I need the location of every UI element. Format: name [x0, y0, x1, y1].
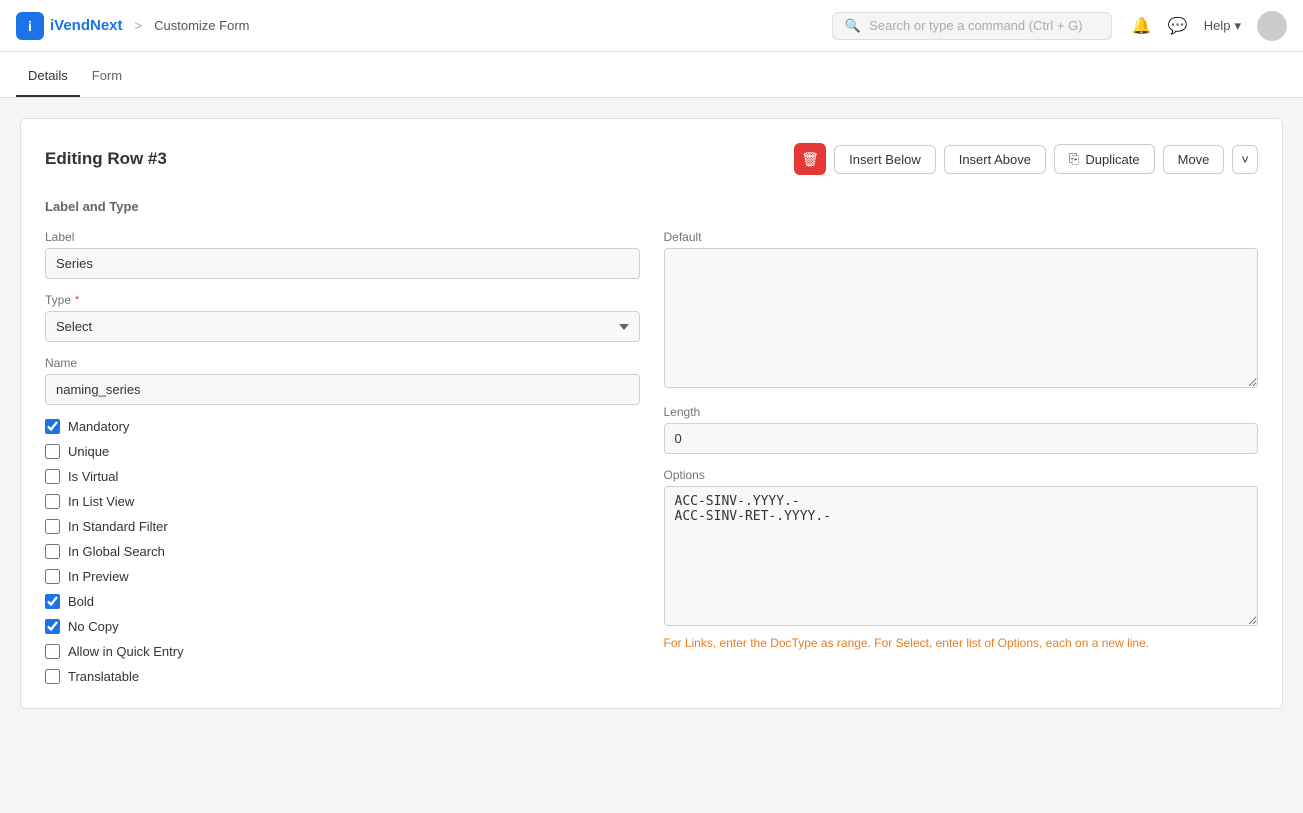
allow-in-quick-entry-checkbox[interactable]: [45, 644, 60, 659]
help-menu[interactable]: Help ▾: [1204, 18, 1241, 34]
options-field-group: Options ACC-SINV-.YYYY.- ACC-SINV-RET-.Y…: [664, 468, 1259, 652]
unique-label[interactable]: Unique: [68, 444, 109, 459]
search-icon: 🔍: [845, 18, 861, 34]
in-preview-checkbox[interactable]: [45, 569, 60, 584]
breadcrumb-separator: >: [135, 18, 143, 33]
checkbox-in-global-search: In Global Search: [45, 544, 640, 559]
default-field-group: Default: [664, 230, 1259, 391]
checkbox-group: Mandatory Unique Is Virtual In List View: [45, 419, 640, 684]
breadcrumb-item[interactable]: Customize Form: [154, 18, 249, 33]
checkbox-no-copy: No Copy: [45, 619, 640, 634]
delete-button[interactable]: 🗑: [794, 143, 826, 175]
checkbox-mandatory: Mandatory: [45, 419, 640, 434]
notification-icon[interactable]: 🔔: [1132, 16, 1152, 36]
name-input[interactable]: [45, 374, 640, 405]
type-required-marker: *: [75, 294, 79, 306]
main-content: Editing Row #3 🗑 Insert Below Insert Abo…: [0, 98, 1303, 729]
in-list-view-checkbox[interactable]: [45, 494, 60, 509]
checkbox-allow-quick-entry: Allow in Quick Entry: [45, 644, 640, 659]
row-header: Editing Row #3 🗑 Insert Below Insert Abo…: [45, 143, 1258, 175]
insert-below-button[interactable]: Insert Below: [834, 145, 936, 174]
topnav: i iVendNext > Customize Form 🔍 Search or…: [0, 0, 1303, 52]
type-select[interactable]: Select Data Link Int Float Currency Date…: [45, 311, 640, 342]
move-label: Move: [1178, 152, 1210, 167]
in-preview-label[interactable]: In Preview: [68, 569, 129, 584]
no-copy-checkbox[interactable]: [45, 619, 60, 634]
app-logo[interactable]: i iVendNext: [16, 12, 123, 40]
checkbox-translatable: Translatable: [45, 669, 640, 684]
right-column: Default Length Options ACC-SINV-.: [664, 230, 1259, 684]
row-title: Editing Row #3: [45, 149, 167, 169]
type-field-label: Type *: [45, 293, 640, 307]
user-avatar[interactable]: [1257, 11, 1287, 41]
checkbox-unique: Unique: [45, 444, 640, 459]
move-button[interactable]: Move: [1163, 145, 1225, 174]
unique-checkbox[interactable]: [45, 444, 60, 459]
checkbox-in-standard-filter: In Standard Filter: [45, 519, 640, 534]
chat-icon[interactable]: 💬: [1168, 16, 1188, 36]
duplicate-icon: ⎘: [1069, 151, 1079, 167]
mandatory-checkbox[interactable]: [45, 419, 60, 434]
more-options-button[interactable]: ˅: [1232, 145, 1258, 174]
topnav-actions: 🔔 💬 Help ▾: [1132, 11, 1287, 41]
name-field-label: Name: [45, 356, 640, 370]
tab-details[interactable]: Details: [16, 52, 80, 97]
in-global-search-label[interactable]: In Global Search: [68, 544, 165, 559]
in-list-view-label[interactable]: In List View: [68, 494, 134, 509]
tab-form[interactable]: Form: [80, 52, 134, 97]
help-label: Help: [1204, 18, 1231, 33]
bold-label[interactable]: Bold: [68, 594, 94, 609]
checkbox-is-virtual: Is Virtual: [45, 469, 640, 484]
global-search[interactable]: 🔍 Search or type a command (Ctrl + G): [832, 12, 1112, 40]
in-global-search-checkbox[interactable]: [45, 544, 60, 559]
length-field-group: Length: [664, 405, 1259, 454]
section-label-and-type: Label and Type: [45, 199, 1258, 214]
left-column: Label Type * Select Data Link Int: [45, 230, 640, 684]
help-chevron-icon: ▾: [1234, 18, 1241, 34]
in-standard-filter-label[interactable]: In Standard Filter: [68, 519, 168, 534]
is-virtual-checkbox[interactable]: [45, 469, 60, 484]
checkbox-in-list-view: In List View: [45, 494, 640, 509]
length-input[interactable]: [664, 423, 1259, 454]
default-textarea[interactable]: [664, 248, 1259, 388]
translatable-checkbox[interactable]: [45, 669, 60, 684]
mandatory-label[interactable]: Mandatory: [68, 419, 129, 434]
label-field-group: Label: [45, 230, 640, 279]
in-standard-filter-checkbox[interactable]: [45, 519, 60, 534]
insert-above-button[interactable]: Insert Above: [944, 145, 1046, 174]
insert-above-label: Insert Above: [959, 152, 1031, 167]
length-field-label: Length: [664, 405, 1259, 419]
delete-icon: 🗑: [801, 151, 819, 168]
type-field-group: Type * Select Data Link Int Float Curren…: [45, 293, 640, 342]
options-textarea[interactable]: ACC-SINV-.YYYY.- ACC-SINV-RET-.YYYY.-: [664, 486, 1259, 626]
page-tabs: Details Form: [0, 52, 1303, 98]
checkbox-bold: Bold: [45, 594, 640, 609]
label-input[interactable]: [45, 248, 640, 279]
duplicate-button[interactable]: ⎘ Duplicate: [1054, 144, 1155, 174]
editing-card: Editing Row #3 🗑 Insert Below Insert Abo…: [20, 118, 1283, 709]
no-copy-label[interactable]: No Copy: [68, 619, 119, 634]
duplicate-label: Duplicate: [1085, 152, 1139, 167]
row-actions: 🗑 Insert Below Insert Above ⎘ Duplicate …: [794, 143, 1258, 175]
name-field-group: Name: [45, 356, 640, 405]
default-field-label: Default: [664, 230, 1259, 244]
is-virtual-label[interactable]: Is Virtual: [68, 469, 118, 484]
insert-below-label: Insert Below: [849, 152, 921, 167]
translatable-label[interactable]: Translatable: [68, 669, 139, 684]
label-field-label: Label: [45, 230, 640, 244]
form-columns: Label Type * Select Data Link Int: [45, 230, 1258, 684]
options-field-label: Options: [664, 468, 1259, 482]
options-help-text: For Links, enter the DocType as range. F…: [664, 635, 1259, 652]
logo-icon: i: [16, 12, 44, 40]
search-placeholder: Search or type a command (Ctrl + G): [869, 18, 1083, 33]
allow-in-quick-entry-label[interactable]: Allow in Quick Entry: [68, 644, 184, 659]
app-name: iVendNext: [50, 17, 123, 34]
checkbox-in-preview: In Preview: [45, 569, 640, 584]
chevron-down-icon: ˅: [1241, 152, 1249, 167]
bold-checkbox[interactable]: [45, 594, 60, 609]
